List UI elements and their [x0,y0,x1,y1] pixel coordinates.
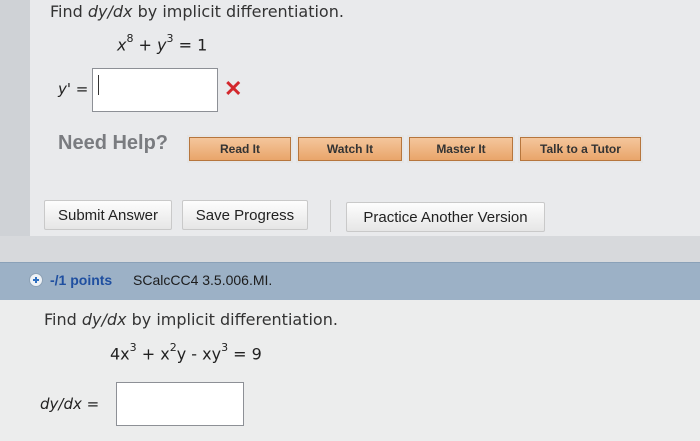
watch-it-button[interactable]: Watch It [296,135,404,163]
read-it-button[interactable]: Read It [187,135,293,163]
q2-eq-exp2: 2 [169,341,177,354]
q2-answer-input[interactable] [116,382,244,426]
q1-eq-op: + [133,35,158,55]
q2-eq-term2: + x [136,344,170,364]
save-progress-button[interactable]: Save Progress [182,200,308,230]
q2-answer-label: dy/dx = [40,395,100,413]
q1-prompt-var: dy/dx [87,2,133,21]
text-caret [98,75,99,95]
q1-eq-tail: = 1 [173,35,208,55]
problem-id: SCalcCC4 3.5.006.MI. [133,272,273,288]
q2-eq-term1: 4x [110,344,130,364]
q1-eq-y: y [157,35,167,55]
question-separator [0,236,700,262]
button-divider [330,200,331,232]
master-it-button[interactable]: Master It [407,135,515,163]
q2-prompt: Find dy/dx by implicit differentiation. [44,310,338,329]
q1-prompt-suffix: by implicit differentiation. [132,2,344,21]
submit-answer-button[interactable]: Submit Answer [44,200,172,230]
incorrect-x-icon: ✕ [224,76,243,101]
q2-prompt-suffix: by implicit differentiation. [126,310,338,329]
q2-eq-term3: y - xy [176,344,222,364]
points-label: -/1 points [50,272,113,288]
q1-prompt: Find dy/dx by implicit differentiation. [50,2,344,21]
need-help-label: Need Help? [58,132,169,154]
q2-eq-exp1: 3 [129,341,137,354]
q2-prompt-var: dy/dx [81,310,127,329]
talk-to-tutor-button[interactable]: Talk to a Tutor [518,135,643,163]
q1-equation: x8 + y3 = 1 [117,32,208,55]
q2-equation: 4x3 + x2y - xy3 = 9 [110,341,262,364]
q1-answer-label: y' = [58,80,89,98]
q2-eq-tail: = 9 [228,344,262,364]
q1-prompt-prefix: Find [50,2,88,21]
q1-eq-exp2: 3 [166,32,174,45]
expand-plus-icon[interactable] [29,273,43,287]
q1-answer-input[interactable] [92,68,218,112]
q2-eq-exp3: 3 [221,341,229,354]
practice-another-version-button[interactable]: Practice Another Version [346,202,545,232]
question-2-header: -/1 points SCalcCC4 3.5.006.MI. [0,262,700,300]
q2-prompt-prefix: Find [44,310,82,329]
q1-eq-exp1: 8 [126,32,134,45]
